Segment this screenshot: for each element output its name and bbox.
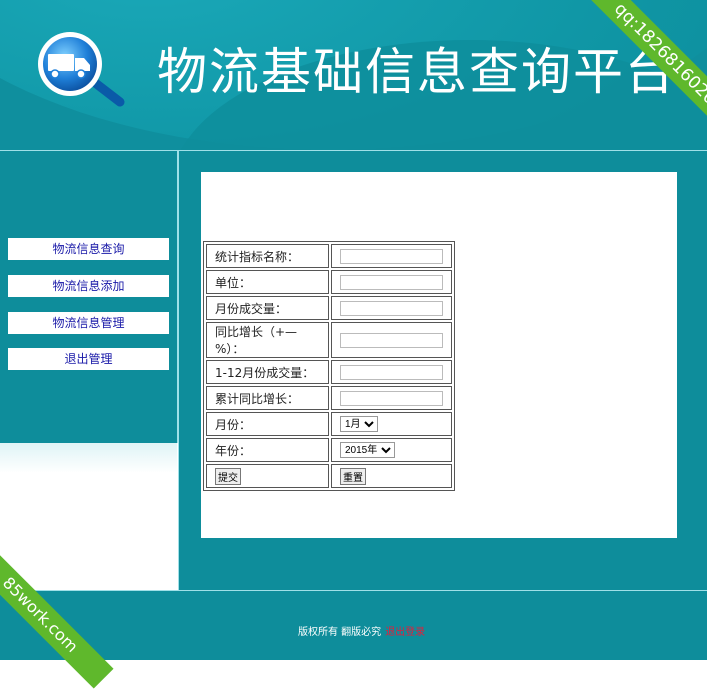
field-label-year: 年份： [206,438,329,462]
submit-button[interactable]: 提交 [215,467,241,485]
field-label-monthly-volume: 月份成交量： [206,296,329,320]
table-row: 单位： [206,270,452,294]
field-label-cumulative-growth: 累计同比增长： [206,386,329,410]
sidebar-item-logout[interactable]: 退出管理 [8,348,169,370]
yoy-growth-input[interactable] [340,332,443,348]
annual-volume-input[interactable] [340,364,443,380]
table-row: 年份： 2015年 [206,438,452,462]
site-title: 物流基础信息查询平台 [157,43,677,101]
unit-input[interactable] [340,274,443,290]
field-label-indicator-name: 统计指标名称： [206,244,329,268]
field-label-yoy-growth: 同比增长（+—%）： [206,322,329,358]
table-row: 同比增长（+—%）： [206,322,452,358]
monthly-volume-input[interactable] [340,300,443,316]
table-row: 月份： 1月 [206,412,452,436]
header-banner: 物流基础信息查询平台 qq:1826816020 [0,0,707,151]
field-label-unit: 单位： [206,270,329,294]
sidebar-item-query[interactable]: 物流信息查询 [8,238,169,260]
table-row: 提交 重置 [206,464,452,488]
table-row: 累计同比增长： [206,386,452,410]
field-label-annual-volume: 1-12月份成交量： [206,360,329,384]
sidebar-fade [0,443,177,473]
info-form-table: 统计指标名称： 单位： 月份成交量： 同比增长（+—%）： 1-12月份成交量：… [203,241,455,491]
indicator-name-input[interactable] [340,248,443,264]
table-row: 月份成交量： [206,296,452,320]
form-panel: 统计指标名称： 单位： 月份成交量： 同比增长（+—%）： 1-12月份成交量：… [201,172,677,538]
year-select[interactable]: 2015年 [340,442,395,459]
truck-search-logo-icon [38,32,125,107]
copyright-text: 版权所有 翻版必究 [298,627,382,638]
footer: 版权所有 翻版必究 退出登录 [0,590,707,660]
table-row: 统计指标名称： [206,244,452,268]
table-row: 1-12月份成交量： [206,360,452,384]
month-select[interactable]: 1月 [340,416,378,433]
main-content: 统计指标名称： 单位： 月份成交量： 同比增长（+—%）： 1-12月份成交量：… [178,151,707,590]
field-label-month: 月份： [206,412,329,436]
cumulative-growth-input[interactable] [340,390,443,406]
sidebar-item-add[interactable]: 物流信息添加 [8,275,169,297]
logout-link[interactable]: 退出登录 [385,627,425,638]
reset-button[interactable]: 重置 [340,467,366,485]
sidebar: 物流信息查询 物流信息添加 物流信息管理 退出管理 [0,151,178,443]
sidebar-item-manage[interactable]: 物流信息管理 [8,312,169,334]
footer-text: 版权所有 翻版必究 退出登录 [298,623,425,638]
